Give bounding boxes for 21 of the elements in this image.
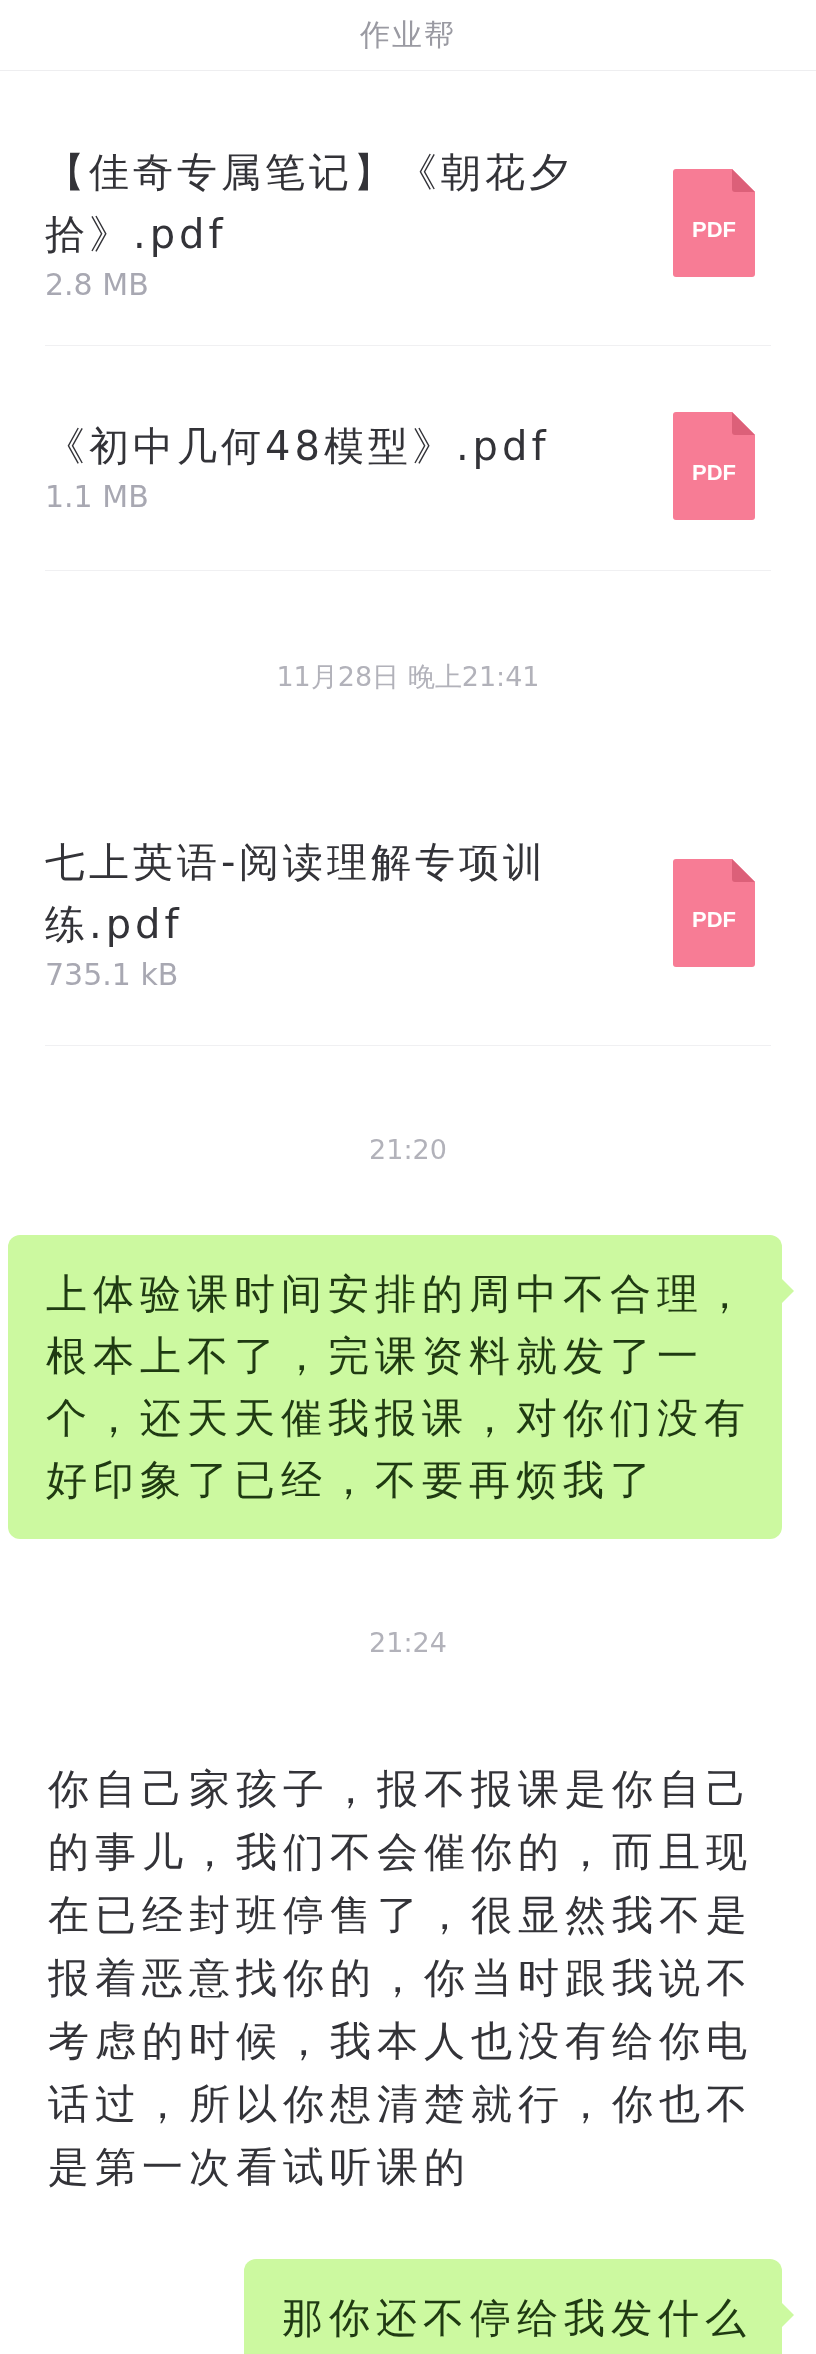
received-message: 你自己家孩子，报不报课是你自己的事儿，我们不会催你的，而且现在已经封班停售了，很显然我不是报着恶意找你的，你当时跟我说不考虑的时候，我本人也没有给你电话过，所以你想清楚就行，你也不是第一次看试听课的: [48, 1764, 754, 2193]
bubble-tail: [782, 1279, 794, 1303]
file-name: 七上英语-阅读理解专项训练.pdf: [45, 838, 549, 949]
file-message[interactable]: 【佳奇专属笔记】《朝花夕拾》.pdf 2.8 MB PDF: [45, 71, 771, 346]
sent-message-bubble: 那你还不停给我发什么: [244, 2259, 782, 2354]
timestamp: 21:24: [369, 1626, 447, 1660]
file-name: 《初中几何48模型》.pdf: [45, 422, 551, 471]
pdf-file-icon: PDF: [673, 169, 755, 277]
sent-message-bubble: 上体验课时间安排的周中不合理，根本上不了，完课资料就发了一个，还天天催我报课，对你们没有好印象了已经，不要再烦我了: [8, 1235, 782, 1539]
pdf-file-icon: PDF: [673, 412, 755, 520]
timestamp: 11月28日 晚上21:41: [276, 660, 540, 694]
timestamp: 21:20: [369, 1133, 447, 1167]
file-size: 735.1 kB: [45, 956, 180, 994]
file-name: 【佳奇专属笔记】《朝花夕拾》.pdf: [45, 148, 574, 259]
file-size: 1.1 MB: [45, 478, 150, 516]
file-message[interactable]: 《初中几何48模型》.pdf 1.1 MB PDF: [45, 346, 771, 571]
file-size: 2.8 MB: [45, 266, 150, 304]
file-message[interactable]: 七上英语-阅读理解专项训练.pdf 735.1 kB PDF: [45, 765, 771, 1046]
pdf-file-icon: PDF: [673, 859, 755, 967]
chat-title: 作业帮: [360, 15, 456, 54]
bubble-tail: [782, 2303, 794, 2327]
